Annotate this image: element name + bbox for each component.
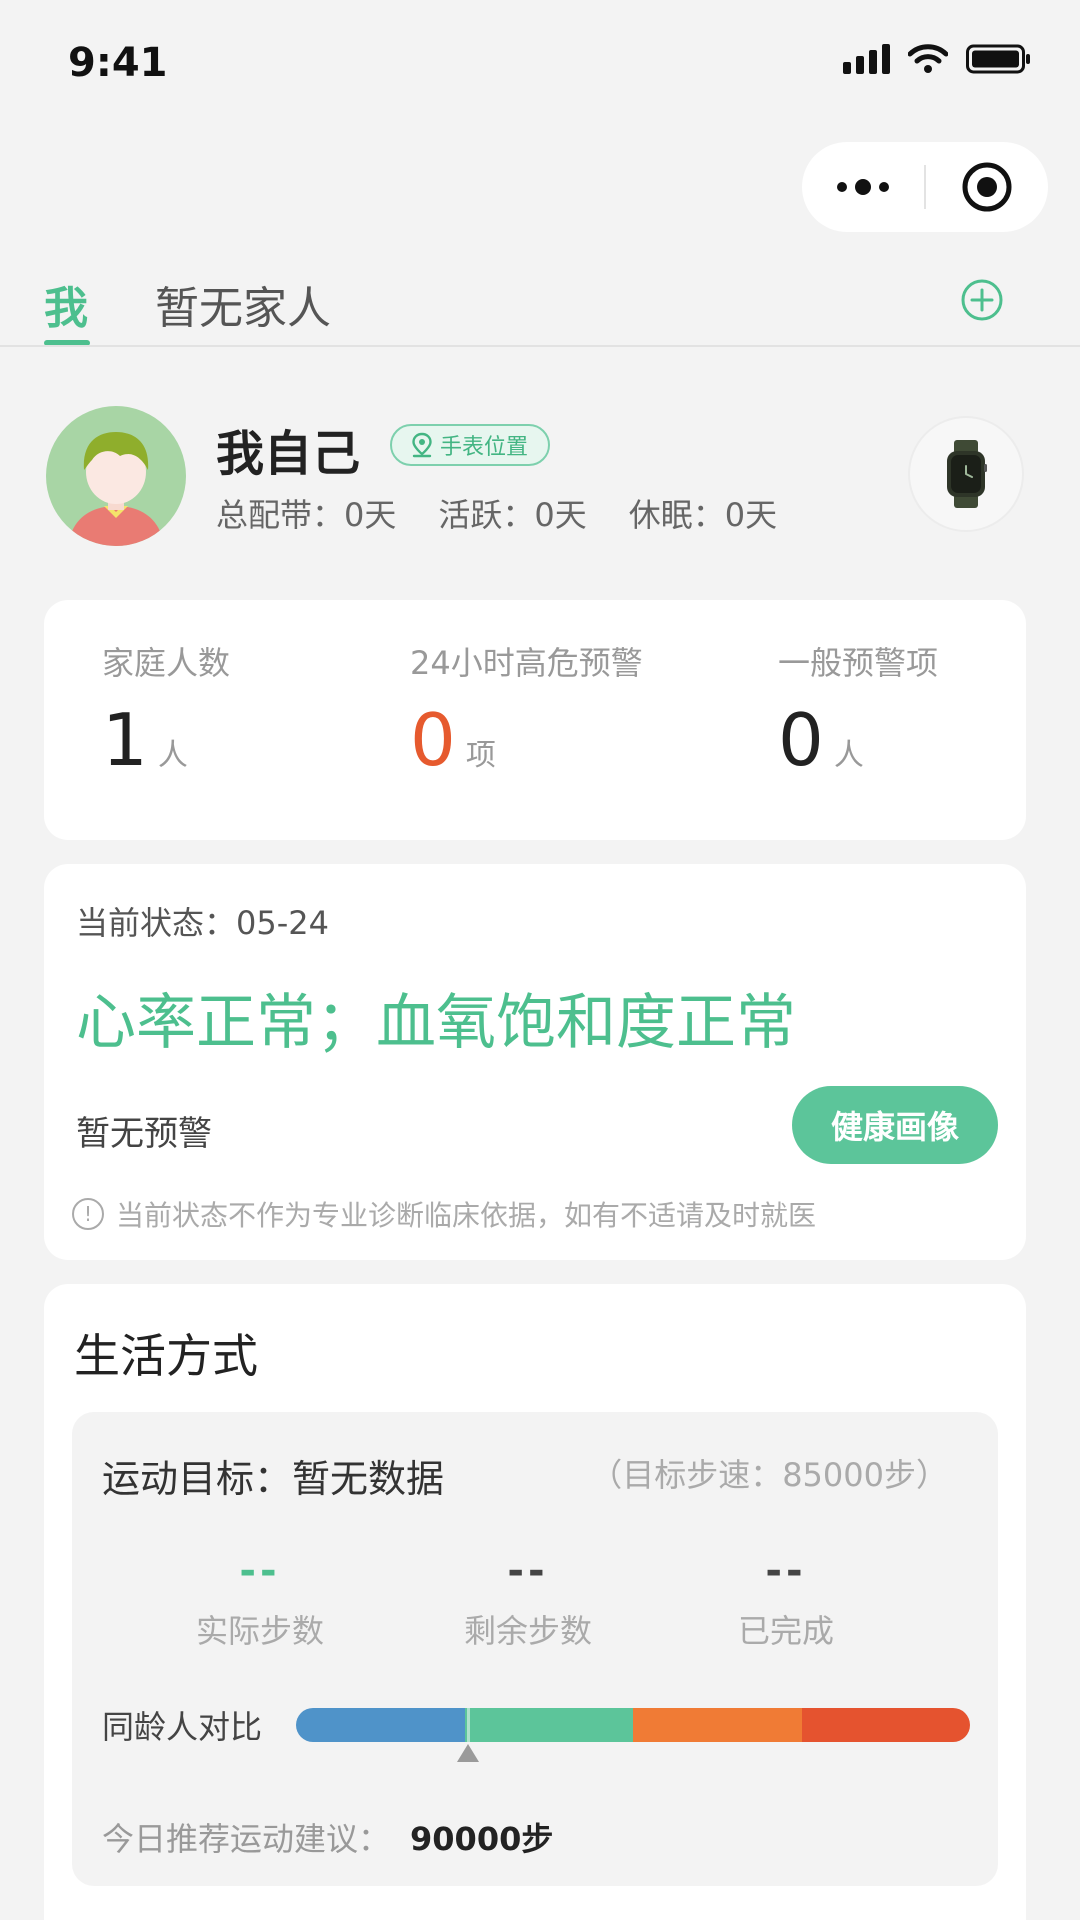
stat-active: 活跃：0天 (438, 496, 587, 534)
info-icon: ! (72, 1198, 104, 1230)
add-family-icon[interactable] (960, 278, 1004, 326)
signal-icon (843, 44, 890, 74)
high-risk-unit: 项 (465, 738, 496, 773)
status-date: 当前状态：05-24 (76, 904, 329, 942)
status-icons (843, 44, 1032, 74)
remaining-steps-label: 剩余步数 (463, 1612, 592, 1650)
close-target-icon[interactable] (926, 161, 1048, 213)
watch-location-label: 手表位置 (440, 435, 529, 460)
avatar[interactable] (46, 406, 186, 546)
recommendation: 今日推荐运动建议： 90000步 (102, 1814, 553, 1860)
actual-steps-label: 实际步数 (195, 1612, 324, 1650)
location-pin-icon (412, 432, 432, 458)
battery-icon (966, 44, 1030, 74)
sport-goal: 运动目标：暂无数据 (102, 1457, 445, 1501)
next-card-peek (44, 1908, 1026, 1920)
tab-family[interactable]: 暂无家人 (155, 272, 331, 336)
recommend-label: 今日推荐运动建议： (102, 1820, 391, 1858)
general-warning-unit: 人 (833, 738, 864, 773)
status-time: 9:41 (68, 40, 168, 86)
wifi-icon (908, 44, 948, 73)
remaining-steps-metric: -- 剩余步数 (418, 1548, 638, 1652)
actual-steps-value: -- (239, 1548, 281, 1594)
peer-compare-bar (296, 1708, 970, 1742)
profile-stats: 总配带：0天 活跃：0天 休眠：0天 (216, 490, 777, 536)
more-icon[interactable] (802, 179, 924, 195)
peer-compare-segment (464, 1708, 633, 1742)
general-warning-label: 一般预警项 (778, 644, 939, 682)
high-risk-block[interactable]: 24小时高危预警 0 项 (410, 638, 643, 776)
family-count-label: 家庭人数 (102, 644, 231, 682)
peer-compare-segment (296, 1708, 465, 1742)
recommend-value: 90000步 (410, 1820, 554, 1858)
no-warning-text: 暂无预警 (76, 1114, 212, 1154)
smartwatch-icon (947, 440, 987, 508)
general-warning-value: 0 (778, 698, 824, 782)
high-risk-value: 0 (410, 698, 456, 782)
family-count-block: 家庭人数 1 人 (102, 638, 230, 776)
family-count-unit: 人 (157, 738, 188, 773)
disclaimer: ! 当前状态不作为专业诊断临床依据，如有不适请及时就医 (72, 1194, 816, 1234)
watch-device-button[interactable] (908, 416, 1024, 532)
disclaimer-text: 当前状态不作为专业诊断临床依据，如有不适请及时就医 (116, 1199, 817, 1232)
sport-target: （目标步速：85000步） (590, 1456, 948, 1494)
miniprogram-capsule (802, 142, 1048, 232)
lifestyle-title: 生活方式 (74, 1329, 258, 1383)
peer-marker (457, 1744, 479, 1762)
general-warning-block[interactable]: 一般预警项 0 人 (778, 638, 938, 776)
peer-compare-segment (633, 1708, 802, 1742)
profile-name: 我自己 (216, 426, 361, 482)
completed-value: -- (765, 1548, 807, 1594)
current-status-card: 当前状态：05-24 心率正常；血氧饱和度正常 暂无预警 健康画像 ! 当前状态… (44, 864, 1026, 1260)
peer-compare-label: 同龄人对比 (102, 1708, 263, 1746)
stat-total: 总配带：0天 (216, 496, 397, 534)
tab-divider (0, 345, 1080, 347)
sport-goal-panel: 运动目标：暂无数据 （目标步速：85000步） -- 实际步数 -- 剩余步数 … (72, 1412, 998, 1886)
actual-steps-metric: -- 实际步数 (150, 1548, 370, 1652)
status-headline: 心率正常；血氧饱和度正常 (76, 988, 796, 1058)
peer-marker-line (467, 1708, 470, 1742)
family-count-value: 1 (102, 698, 148, 782)
peer-compare-segment (801, 1708, 970, 1742)
lifestyle-card: 生活方式 运动目标：暂无数据 （目标步速：85000步） -- 实际步数 -- … (44, 1284, 1026, 1920)
completed-label: 已完成 (737, 1612, 834, 1650)
remaining-steps-value: -- (507, 1548, 549, 1594)
stat-sleep: 休眠：0天 (628, 496, 778, 534)
summary-card: 家庭人数 1 人 24小时高危预警 0 项 一般预警项 0 人 (44, 600, 1026, 840)
tab-me[interactable]: 我 (44, 272, 88, 336)
watch-location-badge[interactable]: 手表位置 (390, 424, 551, 466)
health-profile-button[interactable]: 健康画像 (792, 1086, 998, 1164)
high-risk-label: 24小时高危预警 (410, 644, 643, 682)
completed-metric: -- 已完成 (676, 1548, 896, 1652)
